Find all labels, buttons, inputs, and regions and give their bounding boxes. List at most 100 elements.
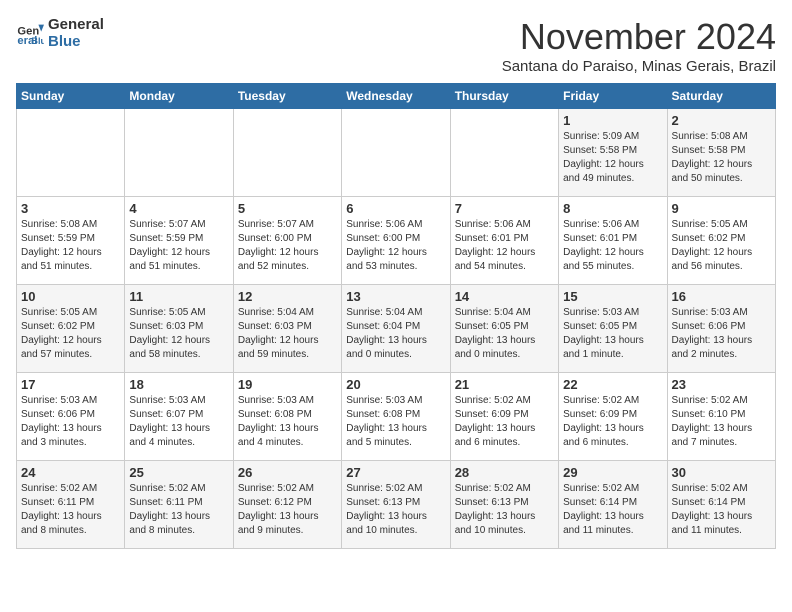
calendar-body: 1 Sunrise: 5:09 AM Sunset: 5:58 PM Daylig… <box>17 109 776 549</box>
day-info: Sunrise: 5:02 AM Sunset: 6:12 PM Dayligh… <box>238 482 337 538</box>
calendar-header-row: SundayMondayTuesdayWednesdayThursdayFrid… <box>17 84 776 109</box>
calendar-cell: 8 Sunrise: 5:06 AM Sunset: 6:01 PM Daylig… <box>559 197 667 285</box>
day-info: Sunrise: 5:06 AM Sunset: 6:01 PM Dayligh… <box>563 218 662 274</box>
day-number: 27 <box>346 465 445 480</box>
calendar-cell: 27 Sunrise: 5:02 AM Sunset: 6:13 PM Dayli… <box>342 461 450 549</box>
calendar-cell: 4 Sunrise: 5:07 AM Sunset: 5:59 PM Daylig… <box>125 197 233 285</box>
day-info: Sunrise: 5:06 AM Sunset: 6:00 PM Dayligh… <box>346 218 445 274</box>
calendar-cell: 13 Sunrise: 5:04 AM Sunset: 6:04 PM Dayli… <box>342 285 450 373</box>
calendar-cell: 16Sunrise: 5:03 AM Sunset: 6:06 PM Dayli… <box>667 285 775 373</box>
calendar-cell: 26 Sunrise: 5:02 AM Sunset: 6:12 PM Dayli… <box>233 461 341 549</box>
calendar-cell: 15 Sunrise: 5:03 AM Sunset: 6:05 PM Dayli… <box>559 285 667 373</box>
day-info: Sunrise: 5:05 AM Sunset: 6:03 PM Dayligh… <box>129 306 228 362</box>
calendar-cell: 6 Sunrise: 5:06 AM Sunset: 6:00 PM Daylig… <box>342 197 450 285</box>
calendar-cell: 18Sunrise: 5:03 AM Sunset: 6:07 PM Dayli… <box>125 373 233 461</box>
calendar-week-row: 17Sunrise: 5:03 AM Sunset: 6:06 PM Dayli… <box>17 373 776 461</box>
logo-icon: Gen eral Blue <box>16 19 44 47</box>
day-number: 3 <box>21 201 120 216</box>
day-number: 11 <box>129 289 228 304</box>
day-info: Sunrise: 5:06 AM Sunset: 6:01 PM Dayligh… <box>455 218 554 274</box>
day-info: Sunrise: 5:04 AM Sunset: 6:03 PM Dayligh… <box>238 306 337 362</box>
calendar-cell <box>233 109 341 197</box>
day-info: Sunrise: 5:02 AM Sunset: 6:13 PM Dayligh… <box>455 482 554 538</box>
day-number: 17 <box>21 377 120 392</box>
calendar-cell <box>450 109 558 197</box>
calendar-cell: 17Sunrise: 5:03 AM Sunset: 6:06 PM Dayli… <box>17 373 125 461</box>
header: Gen eral Blue General Blue November 2024… <box>16 16 776 75</box>
day-info: Sunrise: 5:08 AM Sunset: 5:58 PM Dayligh… <box>672 130 771 186</box>
calendar-cell: 5Sunrise: 5:07 AM Sunset: 6:00 PM Daylig… <box>233 197 341 285</box>
day-number: 26 <box>238 465 337 480</box>
calendar-cell: 10 Sunrise: 5:05 AM Sunset: 6:02 PM Dayli… <box>17 285 125 373</box>
day-header-monday: Monday <box>125 84 233 109</box>
day-number: 5 <box>238 201 337 216</box>
day-number: 2 <box>672 113 771 128</box>
calendar-cell: 28 Sunrise: 5:02 AM Sunset: 6:13 PM Dayli… <box>450 461 558 549</box>
day-number: 23 <box>672 377 771 392</box>
day-info: Sunrise: 5:05 AM Sunset: 6:02 PM Dayligh… <box>672 218 771 274</box>
day-header-thursday: Thursday <box>450 84 558 109</box>
calendar-cell: 1 Sunrise: 5:09 AM Sunset: 5:58 PM Daylig… <box>559 109 667 197</box>
calendar-cell: 24 Sunrise: 5:02 AM Sunset: 6:11 PM Dayli… <box>17 461 125 549</box>
day-number: 21 <box>455 377 554 392</box>
calendar-cell: 7 Sunrise: 5:06 AM Sunset: 6:01 PM Daylig… <box>450 197 558 285</box>
calendar-cell <box>125 109 233 197</box>
day-number: 30 <box>672 465 771 480</box>
day-number: 14 <box>455 289 554 304</box>
day-info: Sunrise: 5:02 AM Sunset: 6:10 PM Dayligh… <box>672 394 771 450</box>
day-info: Sunrise: 5:03 AM Sunset: 6:08 PM Dayligh… <box>238 394 337 450</box>
day-number: 15 <box>563 289 662 304</box>
day-number: 18 <box>129 377 228 392</box>
calendar-cell: 19Sunrise: 5:03 AM Sunset: 6:08 PM Dayli… <box>233 373 341 461</box>
calendar-week-row: 1 Sunrise: 5:09 AM Sunset: 5:58 PM Daylig… <box>17 109 776 197</box>
day-info: Sunrise: 5:02 AM Sunset: 6:11 PM Dayligh… <box>21 482 120 538</box>
day-header-sunday: Sunday <box>17 84 125 109</box>
calendar-week-row: 10 Sunrise: 5:05 AM Sunset: 6:02 PM Dayli… <box>17 285 776 373</box>
calendar-cell: 2 Sunrise: 5:08 AM Sunset: 5:58 PM Daylig… <box>667 109 775 197</box>
day-number: 22 <box>563 377 662 392</box>
logo: Gen eral Blue General Blue <box>16 16 104 50</box>
day-number: 29 <box>563 465 662 480</box>
calendar-cell: 29Sunrise: 5:02 AM Sunset: 6:14 PM Dayli… <box>559 461 667 549</box>
day-info: Sunrise: 5:02 AM Sunset: 6:09 PM Dayligh… <box>563 394 662 450</box>
calendar-cell: 23 Sunrise: 5:02 AM Sunset: 6:10 PM Dayli… <box>667 373 775 461</box>
day-info: Sunrise: 5:04 AM Sunset: 6:05 PM Dayligh… <box>455 306 554 362</box>
day-header-tuesday: Tuesday <box>233 84 341 109</box>
day-number: 24 <box>21 465 120 480</box>
day-number: 4 <box>129 201 228 216</box>
day-header-wednesday: Wednesday <box>342 84 450 109</box>
day-info: Sunrise: 5:02 AM Sunset: 6:13 PM Dayligh… <box>346 482 445 538</box>
calendar-cell: 30 Sunrise: 5:02 AM Sunset: 6:14 PM Dayli… <box>667 461 775 549</box>
day-number: 25 <box>129 465 228 480</box>
logo-general: General <box>48 16 104 33</box>
day-number: 7 <box>455 201 554 216</box>
calendar-cell <box>342 109 450 197</box>
day-number: 1 <box>563 113 662 128</box>
day-info: Sunrise: 5:02 AM Sunset: 6:14 PM Dayligh… <box>672 482 771 538</box>
day-number: 13 <box>346 289 445 304</box>
svg-text:Blue: Blue <box>31 36 44 46</box>
calendar-cell: 22 Sunrise: 5:02 AM Sunset: 6:09 PM Dayli… <box>559 373 667 461</box>
day-info: Sunrise: 5:03 AM Sunset: 6:05 PM Dayligh… <box>563 306 662 362</box>
day-info: Sunrise: 5:03 AM Sunset: 6:06 PM Dayligh… <box>672 306 771 362</box>
day-number: 8 <box>563 201 662 216</box>
day-info: Sunrise: 5:05 AM Sunset: 6:02 PM Dayligh… <box>21 306 120 362</box>
day-number: 6 <box>346 201 445 216</box>
day-info: Sunrise: 5:04 AM Sunset: 6:04 PM Dayligh… <box>346 306 445 362</box>
calendar-cell: 11 Sunrise: 5:05 AM Sunset: 6:03 PM Dayli… <box>125 285 233 373</box>
day-number: 10 <box>21 289 120 304</box>
month-title: November 2024 <box>502 16 776 58</box>
calendar-cell <box>17 109 125 197</box>
calendar-cell: 12 Sunrise: 5:04 AM Sunset: 6:03 PM Dayli… <box>233 285 341 373</box>
calendar-week-row: 3Sunrise: 5:08 AM Sunset: 5:59 PM Daylig… <box>17 197 776 285</box>
day-header-friday: Friday <box>559 84 667 109</box>
subtitle: Santana do Paraiso, Minas Gerais, Brazil <box>502 58 776 75</box>
calendar-cell: 14 Sunrise: 5:04 AM Sunset: 6:05 PM Dayli… <box>450 285 558 373</box>
calendar-cell: 21Sunrise: 5:02 AM Sunset: 6:09 PM Dayli… <box>450 373 558 461</box>
title-area: November 2024 Santana do Paraiso, Minas … <box>502 16 776 75</box>
day-info: Sunrise: 5:09 AM Sunset: 5:58 PM Dayligh… <box>563 130 662 186</box>
day-number: 28 <box>455 465 554 480</box>
day-info: Sunrise: 5:07 AM Sunset: 5:59 PM Dayligh… <box>129 218 228 274</box>
day-number: 12 <box>238 289 337 304</box>
logo-blue: Blue <box>48 33 104 50</box>
